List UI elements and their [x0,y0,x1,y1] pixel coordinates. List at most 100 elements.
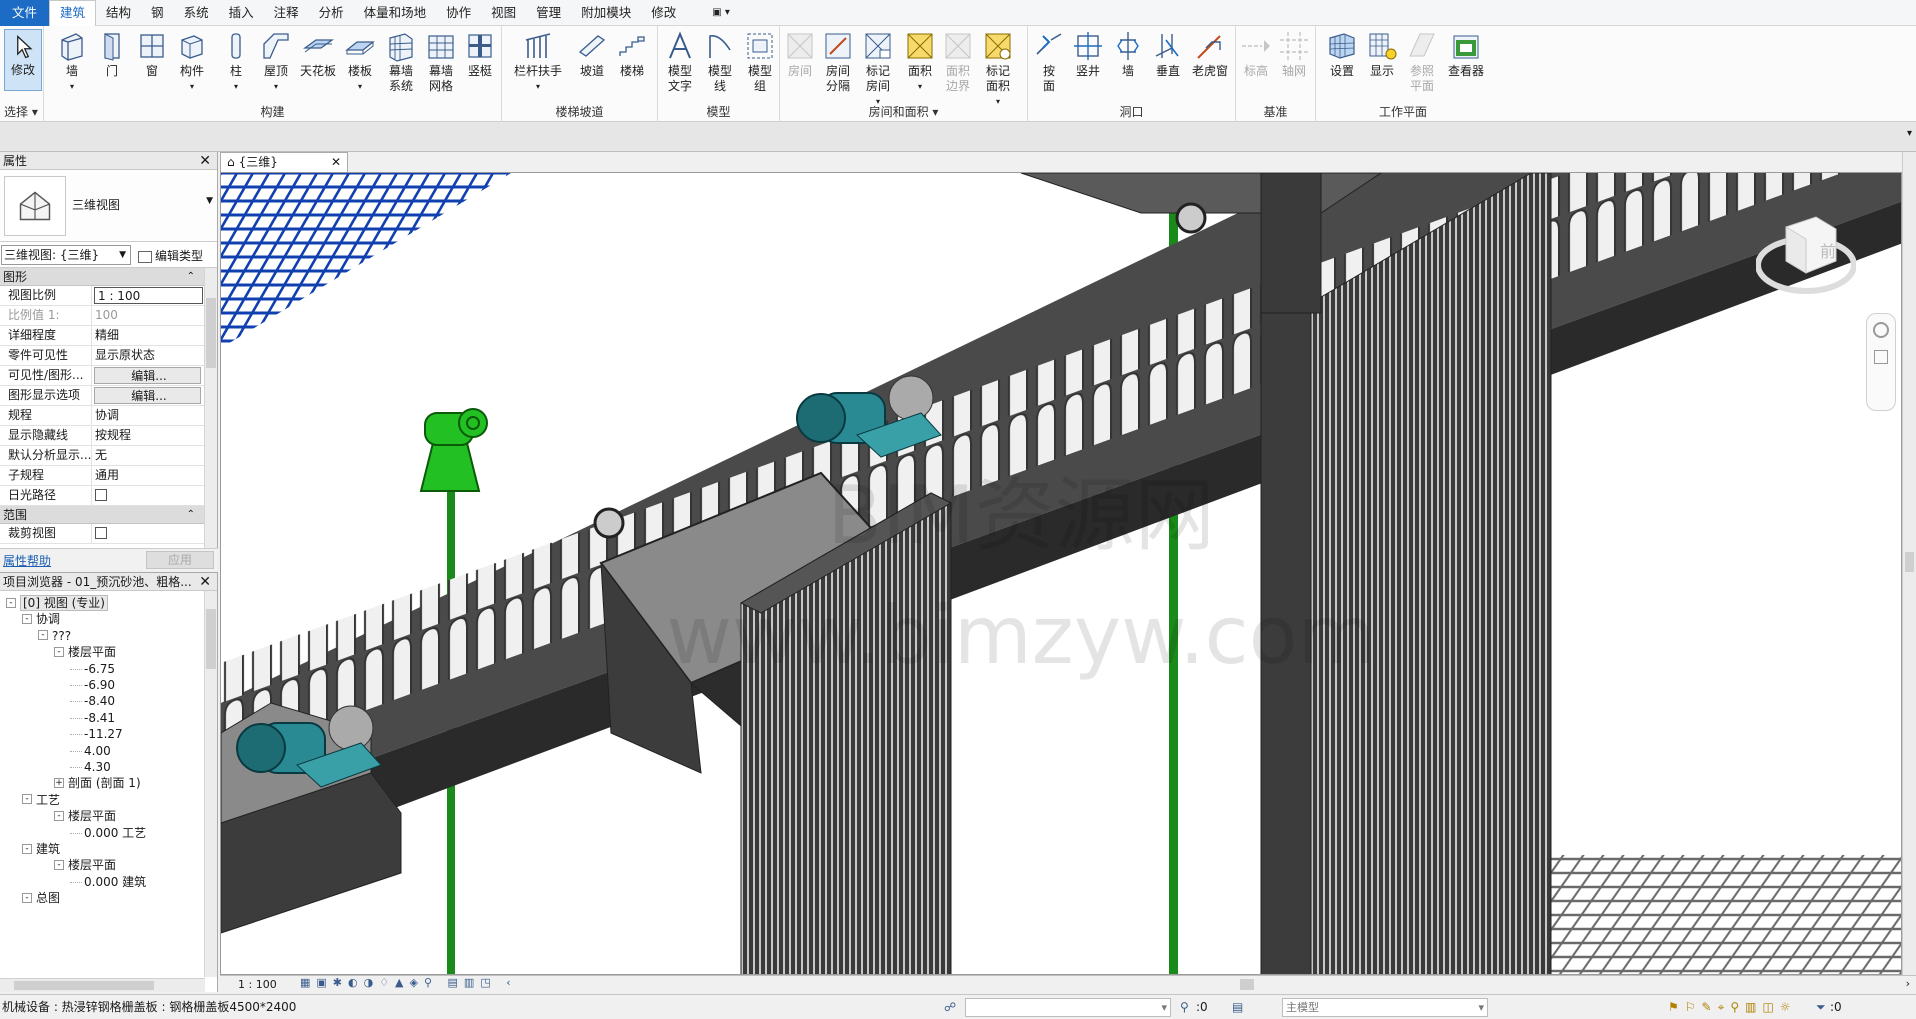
tree-toggle-icon[interactable]: - [22,794,32,805]
section-extents[interactable]: 范围 ⌃ [0,506,217,524]
steering-wheel-icon[interactable] [1873,322,1889,338]
opening-by-face-button[interactable]: 按 面 [1032,30,1066,94]
menu-12[interactable]: 附加模块 [571,0,641,26]
property-value[interactable]: 按规程 [92,426,217,445]
level-button[interactable]: 标高 [1238,30,1274,79]
worksets-icon[interactable]: ☍ [944,995,956,1019]
view-instance-dropdown[interactable]: 三维视图: {三维} ▼ [1,245,131,265]
railing-button[interactable]: 栏杆扶手 ▾ [512,30,564,94]
edit-type-button[interactable]: 编辑类型 [138,247,203,264]
grid-button[interactable]: 轴网 [1276,30,1312,79]
property-value[interactable]: 无 [92,446,217,465]
tree-toggle-icon[interactable]: - [22,892,32,903]
apply-button[interactable]: 应用 [146,551,214,569]
column-button[interactable]: 柱 ▾ [218,30,254,94]
panel-room-label[interactable]: 房间和面积 ▾ [780,103,1027,120]
workplane-set-button[interactable]: 设置 [1324,30,1360,79]
property-value[interactable]: 协调 [92,406,217,425]
room-separator-button[interactable]: 房间 分隔 [820,30,856,94]
workplane-show-button[interactable]: 显示 [1364,30,1400,79]
tree-node[interactable]: 0.000 工艺 [70,823,146,843]
tree-node[interactable]: + 剖面 (剖面 1) [54,773,141,793]
modify-button[interactable]: 修改 [4,29,42,91]
tree-node[interactable]: - 总图 [22,888,60,908]
tree-toggle-icon[interactable]: - [38,630,48,641]
property-value[interactable]: 编辑... [94,387,201,404]
door-button[interactable]: 门 [94,30,130,79]
type-selector[interactable]: 三维视图 ▼ [0,170,217,242]
menu-5[interactable]: 插入 [219,0,264,26]
drive-shaft-port-middle[interactable] [593,507,625,539]
ramp-button[interactable]: 坡道 [574,30,610,79]
wall-opening-button[interactable]: 墙 [1110,30,1146,79]
room-button[interactable]: 房间 [782,30,818,79]
tree-toggle-icon[interactable]: - [54,646,64,657]
tag-area-button[interactable]: 标记 面积 ▾ [978,30,1018,109]
tree-toggle-icon[interactable]: - [6,597,16,608]
tree-toggle-icon[interactable]: + [54,777,64,788]
menu-1[interactable]: 建筑 [49,0,97,27]
viewcube[interactable]: 前 [1755,207,1857,297]
model-group-button[interactable]: 模型 组 [742,30,778,94]
menu-8[interactable]: 体量和场地 [354,0,437,26]
shaft-button[interactable]: 竖井 [1070,30,1106,79]
tree-toggle-icon[interactable]: - [54,859,64,870]
mullion-button[interactable]: 竖梃 [462,30,498,79]
browser-scrollbar[interactable] [204,591,217,977]
stair-button[interactable]: 楼梯 [614,30,650,79]
view-scale[interactable]: 1 : 100 [238,978,277,991]
scroll-right-icon[interactable]: › [1906,977,1910,990]
window-button[interactable]: 窗 [134,30,170,79]
tree-node[interactable]: 0.000 建筑 [70,872,146,892]
close-icon[interactable]: ✕ [199,573,211,591]
menu-7[interactable]: 分析 [309,0,354,26]
viewport-hscroll-thumb[interactable] [1240,979,1254,990]
dormer-button[interactable]: 老虎窗 [1190,30,1230,79]
component-button[interactable]: 构件 ▾ [172,30,212,94]
curtain-system-button[interactable]: 幕墙 系统 [382,30,420,94]
selection-filter-icons[interactable]: ⚑⚐✎⌖⚲▥◫☼ [1668,995,1797,1019]
model-text-button[interactable]: 模型 文字 [662,30,698,94]
vertical-opening-button[interactable]: 垂直 [1150,30,1186,79]
menu-0[interactable]: 文件 [0,0,50,26]
floor-button[interactable]: 楼板 ▾ [342,30,378,94]
menu-2[interactable]: 结构 [96,0,141,26]
area-button[interactable]: 面积 ▾ [902,30,938,94]
tree-toggle-icon[interactable]: - [54,810,64,821]
3d-viewport[interactable]: BIM资源网 www.bimzyw.com 前 [220,172,1902,975]
quick-access-dropdown[interactable]: ▣ ▾ [702,0,740,26]
close-icon[interactable]: ✕ [199,152,211,170]
properties-scrollbar[interactable] [204,268,217,548]
editing-requests-icon[interactable]: ⚲ [1180,995,1189,1019]
menu-13[interactable]: 修改 [641,0,686,26]
property-value[interactable]: 通用 [92,466,217,485]
close-icon[interactable]: ✕ [331,153,341,171]
ceiling-button[interactable]: 天花板 [296,30,340,79]
workset-dropdown[interactable]: ▾ [965,998,1171,1017]
tag-room-button[interactable]: 标记 房间 ▾ [860,30,896,109]
tab-3d-view[interactable]: ⌂ {三维} ✕ [220,152,348,172]
browser-hscrollbar[interactable] [0,978,205,992]
model-line-button[interactable]: 模型 线 [702,30,738,94]
chevron-down-icon[interactable]: ▼ [206,196,213,206]
drive-shaft-port-upper[interactable] [1175,202,1207,234]
property-value[interactable]: 精细 [92,326,217,345]
3d-model-canvas[interactable]: BIM资源网 www.bimzyw.com [221,173,1902,975]
green-valve-actuator[interactable] [419,408,488,492]
roof-button[interactable]: 屋顶 ▾ [256,30,296,94]
options-bar-dropdown-icon[interactable]: ▾ [1907,128,1912,139]
panel-select-label[interactable]: 选择 ▾ [0,103,43,120]
area-boundary-button[interactable]: 面积 边界 [940,30,976,94]
properties-help-link[interactable]: 属性帮助 [3,552,51,569]
ref-plane-button[interactable]: 参照 平面 [1404,30,1440,94]
property-value[interactable]: 编辑... [94,367,201,384]
grating-cover-blue[interactable] [221,173,511,348]
curtain-grid-button[interactable]: 幕墙 网格 [422,30,460,94]
menu-10[interactable]: 视图 [481,0,526,26]
main-model-dropdown[interactable]: 主模型 ▾ [1282,998,1488,1017]
menu-3[interactable]: 钢 [141,0,174,26]
zoom-icon[interactable] [1874,350,1888,364]
property-value[interactable]: 1 : 100 [94,287,203,304]
tree-toggle-icon[interactable]: - [22,843,32,854]
property-value[interactable]: 显示原状态 [92,346,217,365]
